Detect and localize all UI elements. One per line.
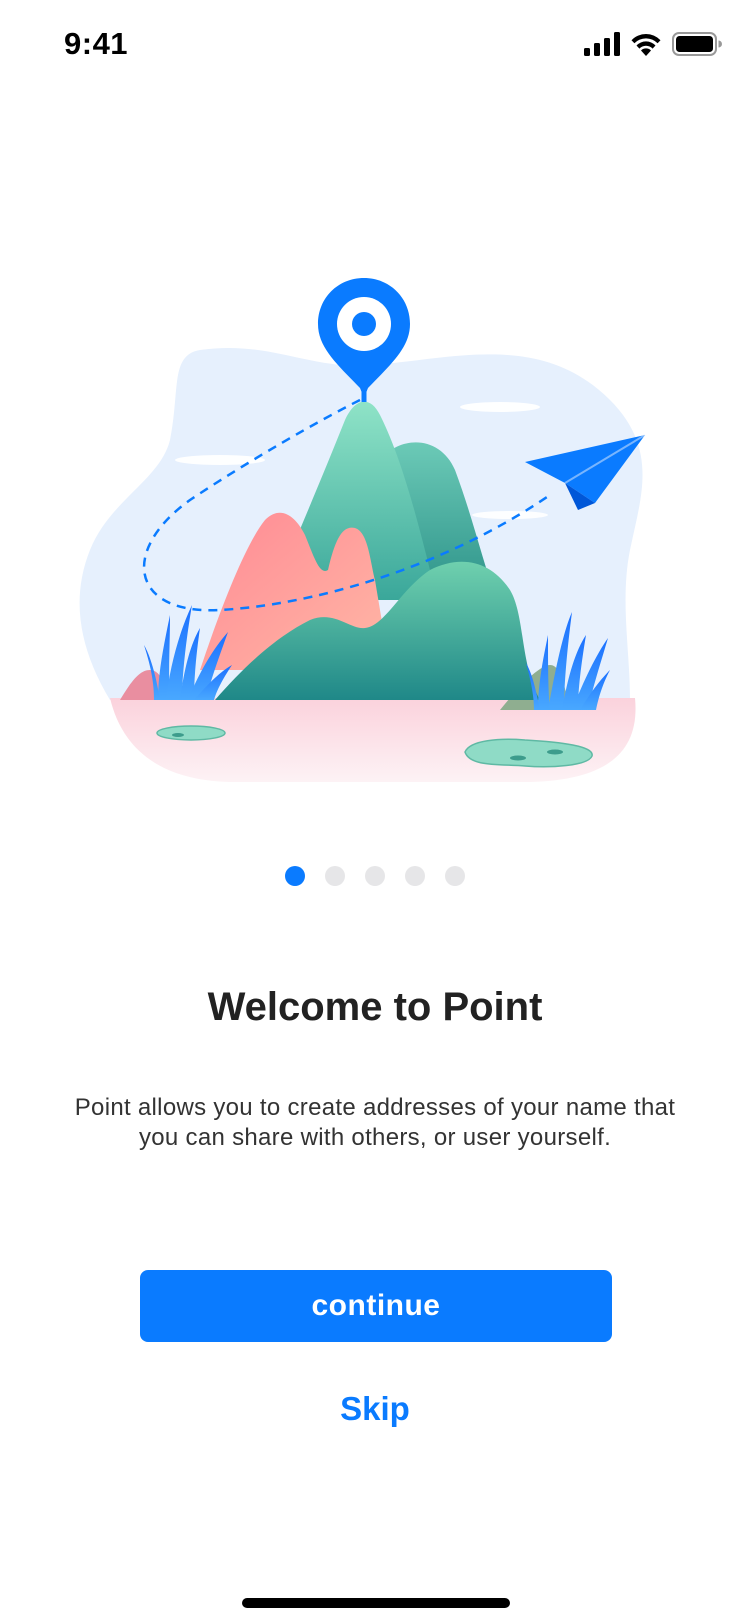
status-icons (584, 30, 722, 62)
status-bar: 9:41 (0, 0, 750, 92)
wifi-icon (630, 32, 662, 61)
skip-button[interactable]: Skip (0, 1390, 750, 1428)
mountain-location-paper-plane-illustration (79, 278, 646, 782)
page-dot[interactable] (445, 866, 465, 886)
page-indicator (0, 866, 750, 886)
onboarding-screen: 9:41 Welcome to Point Point allows you t… (0, 0, 750, 1624)
page-dot[interactable] (365, 866, 385, 886)
cellular-signal-icon (584, 31, 620, 61)
page-dot-active[interactable] (285, 866, 305, 886)
battery-icon (672, 31, 722, 61)
status-time: 9:41 (64, 26, 129, 61)
onboarding-description: Point allows you to create addresses of … (74, 1094, 676, 1151)
onboarding-title: Welcome to Point (207, 985, 543, 1029)
page-dot[interactable] (405, 866, 425, 886)
page-dot[interactable] (325, 866, 345, 886)
home-indicator (242, 1598, 510, 1608)
continue-button[interactable]: continue (140, 1270, 612, 1342)
